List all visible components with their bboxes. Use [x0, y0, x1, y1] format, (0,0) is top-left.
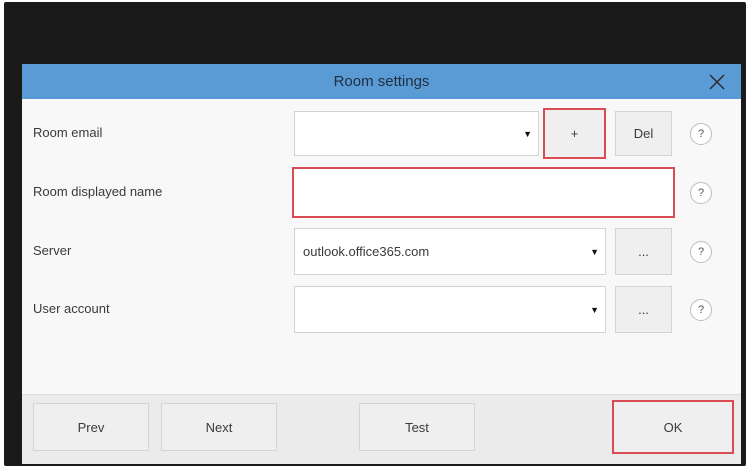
add-room-button[interactable]: + [543, 108, 606, 159]
room-name-input[interactable] [292, 167, 675, 218]
user-account-dropdown[interactable]: ▼ [294, 286, 606, 333]
room-name-help-icon[interactable]: ? [690, 182, 712, 204]
prev-button[interactable]: Prev [33, 403, 149, 451]
server-label: Server [33, 243, 72, 258]
room-email-help-icon[interactable]: ? [690, 123, 712, 145]
user-account-help-icon[interactable]: ? [690, 299, 712, 321]
screen-frame: Room settings Room email ▼ + Del ? Room … [4, 2, 746, 466]
ok-button[interactable]: OK [612, 400, 734, 454]
close-icon [709, 74, 725, 90]
dialog-titlebar: Room settings [22, 64, 741, 99]
test-button[interactable]: Test [359, 403, 475, 451]
dialog-title: Room settings [333, 73, 430, 90]
dropdown-arrow-icon: ▼ [590, 246, 599, 257]
dialog-footer: Prev Next Test OK [22, 394, 741, 464]
server-browse-button[interactable]: ... [615, 228, 672, 275]
server-value: outlook.office365.com [303, 244, 430, 259]
server-help-icon[interactable]: ? [690, 241, 712, 263]
dropdown-arrow-icon: ▼ [590, 304, 599, 315]
user-account-label: User account [33, 301, 110, 316]
close-button[interactable] [703, 68, 731, 96]
room-name-label: Room displayed name [33, 184, 163, 199]
next-button[interactable]: Next [161, 403, 277, 451]
dropdown-arrow-icon: ▼ [523, 128, 532, 139]
room-settings-dialog: Room settings Room email ▼ + Del ? Room … [22, 64, 741, 464]
delete-room-button[interactable]: Del [615, 111, 672, 156]
user-account-browse-button[interactable]: ... [615, 286, 672, 333]
server-dropdown[interactable]: outlook.office365.com ▼ [294, 228, 606, 275]
room-email-dropdown[interactable]: ▼ [294, 111, 539, 156]
room-email-label: Room email [33, 125, 103, 140]
